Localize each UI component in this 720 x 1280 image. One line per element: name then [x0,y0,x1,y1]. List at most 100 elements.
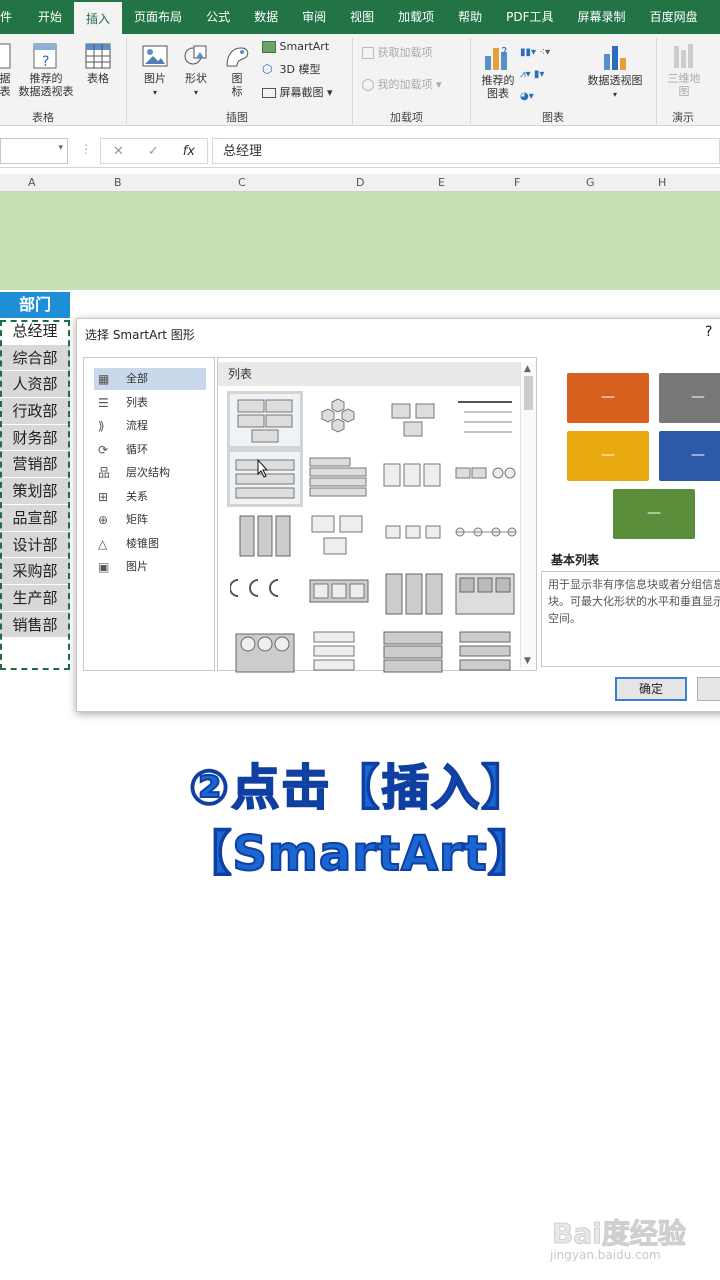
layout-thumbnail[interactable] [304,510,374,562]
ribbon-pivot-button[interactable]: 据 表 [0,42,12,98]
column-header-g[interactable]: G [586,176,595,189]
tab-1[interactable]: 开始 [26,0,74,34]
formula-input[interactable]: 总经理 [212,138,720,164]
layout-thumbnail[interactable] [304,626,374,678]
tab-2[interactable]: 插入 [74,0,123,34]
category-label: 流程 [126,419,148,432]
3d-map-button[interactable]: 三维地 图 [664,42,704,98]
scroll-down-icon[interactable]: ▼ [524,656,531,666]
ribbon-tab-bar: 件开始 插入 页面布局 公式 数据 审阅 视图 加载项 帮助 PDF工具 屏幕录制 百度网盘 [0,0,720,34]
insert-function-icon[interactable]: fx [183,144,195,159]
layout-thumbnail[interactable] [378,394,448,446]
tab-9[interactable]: 帮助 [446,0,494,34]
enter-icon[interactable]: ✓ [148,144,159,159]
name-box[interactable]: ▾ [0,138,68,164]
tab-8[interactable]: 加载项 [386,0,446,34]
preview-layout-name: 基本列表 [551,553,600,567]
layout-thumbnail[interactable] [450,568,520,620]
my-addins-button[interactable]: 我的加载项 ▾ [362,78,462,91]
recommended-pivot-icon: ? [33,43,57,70]
gallery-scrollbar[interactable]: ▲ ▼ [520,362,536,668]
recommended-charts-icon: ? [485,45,507,70]
shapes-button[interactable]: 形状 ▾ [178,42,214,99]
ok-button[interactable]: 确定 [615,677,687,701]
help-button[interactable]: ? [705,324,712,340]
tab-6[interactable]: 审阅 [290,0,338,34]
tab-12[interactable]: 百度网盘 [638,0,710,34]
tab-4[interactable]: 公式 [194,0,242,34]
table-button[interactable]: 表格 [80,42,116,85]
column-header-a[interactable]: A [28,176,36,189]
category-item[interactable]: ⟫ 流程 [94,415,206,437]
recommended-pivot-button[interactable]: ? 推荐的 数据透视表 [14,42,78,98]
column-header-h[interactable]: H [658,176,666,189]
layout-thumbnail[interactable] [304,394,374,446]
svg-text:?: ? [42,54,49,70]
smartart-dialog: 选择 SmartArt 图形 ? ▦ 全部 ☰ 列表 ⟫ 流程 ⟳ 循环品 层次结构 ⊞ 关系 ⊕ 矩阵… [76,318,720,712]
layout-thumbnail[interactable] [230,510,300,562]
department-header[interactable]: 部门 [0,292,70,318]
layout-thumbnail[interactable] [378,510,448,562]
layout-thumbnail[interactable] [227,449,303,507]
category-item[interactable]: △ 棱锥图 [94,533,206,555]
layout-thumbnail[interactable] [229,568,300,620]
picture-icon [142,45,168,67]
layout-thumbnail[interactable] [304,568,374,620]
picture-icon: ▣ [98,560,110,574]
column-header-f[interactable]: F [514,176,520,189]
category-label: 关系 [126,489,148,503]
layout-thumbnail[interactable] [227,391,303,449]
pivotchart-button[interactable]: 数据透视图 ▾ [582,42,648,101]
column-header-b[interactable]: B [114,176,122,189]
layout-thumbnail[interactable] [450,452,520,504]
layout-thumbnail[interactable] [378,568,448,620]
pictures-button[interactable]: 图片 ▾ [138,42,172,99]
chart-type-buttons[interactable]: ▮▮▾ ⁖▾ ⩘▾ ▮▾ ◕▾ [520,42,580,108]
layout-thumbnail[interactable] [304,452,374,504]
category-item[interactable]: ⊕ 矩阵 [94,509,206,531]
category-label: 全部 [126,372,148,385]
layout-thumbnail[interactable] [450,394,520,446]
tab-5[interactable]: 数据 [242,0,290,34]
category-item[interactable]: ⟳ 循环 [94,439,206,461]
icons-icon [226,47,249,67]
category-item[interactable]: ⊞ 关系 [94,486,206,508]
column-header-c[interactable]: C [238,176,246,189]
ribbon-separator [126,38,127,124]
layout-thumbnail[interactable] [450,626,520,678]
column-header-e[interactable]: E [438,176,445,189]
category-label: 矩阵 [126,513,148,526]
tab-10[interactable]: PDF工具 [494,0,565,34]
category-item[interactable]: 品 层次结构 [94,462,206,484]
layout-thumbnail[interactable] [378,626,448,678]
cancel-icon[interactable]: ✕ [113,144,124,159]
category-item[interactable]: ▦ 全部 [94,368,206,390]
layout-thumbnail[interactable] [450,510,520,562]
merged-header-cell[interactable] [0,192,720,290]
category-item[interactable]: ☰ 列表 [94,392,206,414]
smartart-button[interactable]: SmartArt [262,40,342,53]
3d-models-button[interactable]: ⬡ 3D 模型 [262,63,342,77]
scroll-up-icon[interactable]: ▲ [524,364,531,374]
store-icon [362,47,374,59]
shapes-label: 形状 [185,72,207,85]
layout-thumbnail[interactable] [378,452,448,504]
category-item[interactable]: ▣ 图片 [94,556,206,578]
tab-11[interactable]: 屏幕录制 [566,0,638,34]
screenshot-button[interactable]: 屏幕截图 ▾ [262,86,348,99]
column-headers: A B C D E F G H [0,174,720,192]
scroll-thumb[interactable] [524,376,533,410]
column-header-d[interactable]: D [356,176,364,189]
tab-3[interactable]: 页面布局 [122,0,194,34]
cycle-icon: ⟳ [98,442,109,457]
all-icon: ▦ [98,372,110,386]
get-addins-button[interactable]: 获取加载项 [362,46,452,59]
tab-7[interactable]: 视图 [338,0,386,34]
gallery-section-label: 列表 [218,362,520,386]
cancel-button[interactable] [697,677,720,701]
tab-0[interactable]: 件 [0,0,26,34]
layout-thumbnail[interactable] [230,626,300,678]
recommended-charts-button[interactable]: ? 推荐的 图表 [476,42,520,100]
table-icon [85,43,111,69]
icons-button[interactable]: 图 标 [222,42,252,98]
